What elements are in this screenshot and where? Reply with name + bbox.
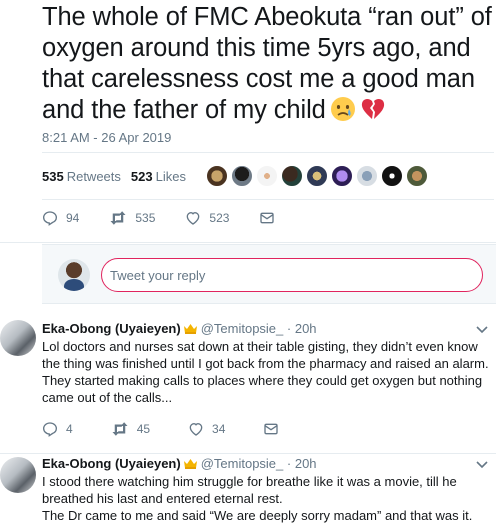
crying-face-icon bbox=[330, 97, 355, 121]
crown-icon bbox=[183, 324, 197, 334]
liker-avatars bbox=[205, 165, 431, 187]
display-name[interactable]: Eka-Obong (Uyaieyen) bbox=[42, 321, 181, 336]
retweets-stat[interactable]: 535 Retweets bbox=[42, 169, 121, 184]
chevron-down-icon[interactable] bbox=[476, 461, 488, 469]
tweet-timestamp[interactable]: 8:21 AM - 26 Apr 2019 bbox=[42, 130, 171, 145]
reply-tweet[interactable]: Eka-Obong (Uyaieyen) @Temitopsie_ · 20h I… bbox=[0, 455, 496, 524]
envelope-icon bbox=[260, 212, 275, 224]
reply-text: Lol doctors and nurses sat down at their… bbox=[42, 339, 489, 405]
heart-icon bbox=[187, 211, 200, 225]
avatar[interactable] bbox=[255, 165, 278, 187]
direct-message-button[interactable] bbox=[259, 210, 283, 226]
user-handle[interactable]: @Temitopsie_ bbox=[201, 456, 284, 471]
reply-button[interactable]: 94 bbox=[42, 210, 79, 226]
avatar[interactable] bbox=[0, 457, 36, 493]
retweet-icon bbox=[110, 211, 126, 225]
reply-icon bbox=[42, 211, 58, 226]
reply-actions: 4 45 34 bbox=[42, 421, 325, 437]
direct-message-button[interactable] bbox=[263, 421, 287, 437]
reply-button[interactable]: 4 bbox=[42, 421, 73, 437]
reply-text: I stood there watching him struggle for … bbox=[42, 473, 492, 524]
reply-time[interactable]: · 20h bbox=[287, 456, 317, 471]
like-button[interactable]: 34 bbox=[188, 421, 225, 437]
chevron-down-icon[interactable] bbox=[476, 326, 488, 334]
avatar[interactable] bbox=[330, 165, 353, 187]
reply-tweet[interactable]: Eka-Obong (Uyaieyen) @Temitopsie_ · 20h L… bbox=[0, 304, 496, 454]
reply-text-line: I stood there watching him struggle for … bbox=[42, 474, 457, 506]
reply-text-line: The Dr came to me and said “We are deepl… bbox=[42, 508, 473, 523]
avatar[interactable] bbox=[380, 165, 403, 187]
retweet-icon bbox=[112, 422, 128, 436]
avatar[interactable] bbox=[405, 165, 428, 187]
tweet-text: The whole of FMC Abeokuta “ran out” of o… bbox=[42, 3, 492, 124]
avatar[interactable] bbox=[355, 165, 378, 187]
user-handle[interactable]: @Temitopsie_ bbox=[201, 321, 284, 336]
retweet-button[interactable]: 45 bbox=[111, 421, 150, 437]
avatar[interactable] bbox=[205, 165, 228, 187]
tweet-stats: 535 Retweets 523 Likes bbox=[42, 152, 494, 200]
reply-composer: Tweet your reply bbox=[42, 244, 496, 304]
avatar[interactable] bbox=[0, 320, 36, 356]
reply-header: Eka-Obong (Uyaieyen) @Temitopsie_ · 20h bbox=[42, 456, 317, 471]
crown-icon bbox=[183, 459, 197, 469]
tweet-actions: 94 535 523 bbox=[42, 210, 313, 226]
avatar[interactable] bbox=[230, 165, 253, 187]
envelope-icon bbox=[264, 423, 279, 435]
display-name[interactable]: Eka-Obong (Uyaieyen) bbox=[42, 456, 181, 471]
heart-icon bbox=[189, 422, 203, 436]
main-tweet: The whole of FMC Abeokuta “ran out” of o… bbox=[0, 0, 496, 243]
avatar[interactable] bbox=[305, 165, 328, 187]
retweet-button[interactable]: 535 bbox=[109, 210, 155, 226]
likes-stat[interactable]: 523 Likes bbox=[131, 169, 186, 184]
like-button[interactable]: 523 bbox=[185, 210, 229, 226]
reply-header: Eka-Obong (Uyaieyen) @Temitopsie_ · 20h bbox=[42, 321, 317, 336]
reply-time[interactable]: · 20h bbox=[287, 321, 317, 336]
reply-input[interactable]: Tweet your reply bbox=[101, 258, 483, 292]
reply-icon bbox=[42, 422, 58, 437]
avatar[interactable] bbox=[58, 259, 90, 291]
broken-heart-icon bbox=[361, 98, 384, 119]
avatar[interactable] bbox=[280, 165, 303, 187]
